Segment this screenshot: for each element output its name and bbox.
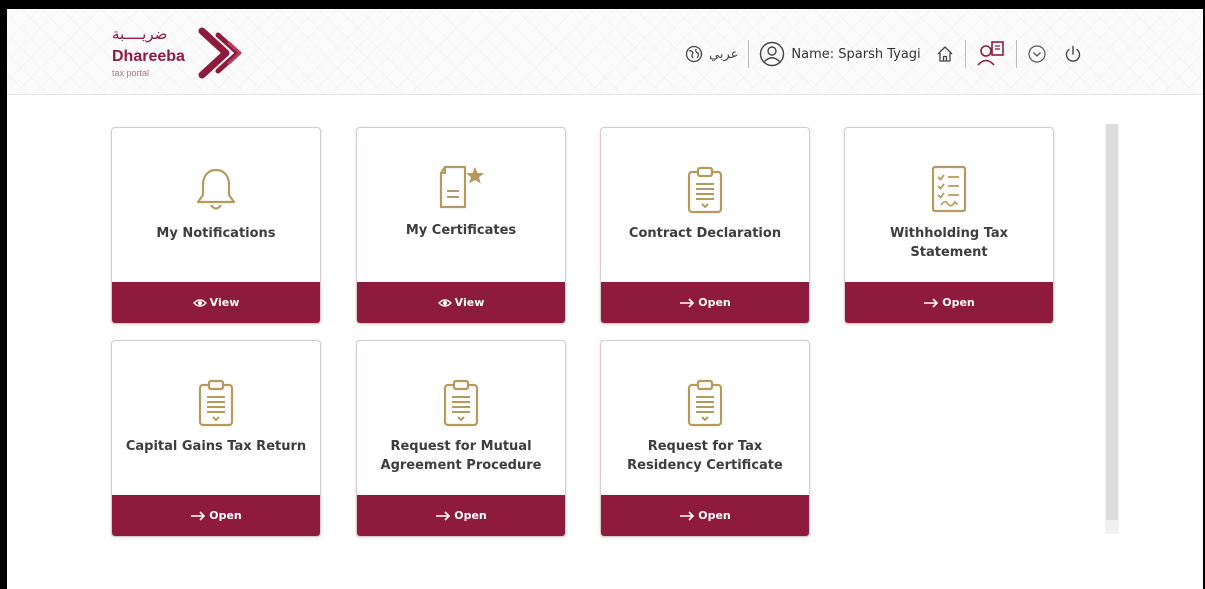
card-title: My Certificates: [405, 223, 517, 238]
card-icon-wrap: [357, 161, 565, 211]
card-icon-wrap: [112, 379, 320, 427]
divider: [964, 40, 966, 68]
globe-icon: [685, 45, 703, 63]
action-label: Open: [454, 509, 487, 522]
home-icon[interactable]: [935, 44, 955, 64]
card-icon-wrap: [601, 166, 809, 214]
logo-subtitle: tax portal: [112, 68, 150, 78]
open-button[interactable]: Open: [845, 282, 1053, 323]
card-title: Capital Gains Tax Return: [125, 439, 307, 454]
action-label: Open: [698, 509, 731, 522]
eye-icon: [192, 298, 207, 307]
logo-arabic-text: ضريــــبة: [112, 25, 168, 43]
power-icon[interactable]: [1063, 44, 1083, 64]
language-label: عربي: [709, 46, 739, 62]
top-header: ضريــــبة Dhareeba tax portal عربي Name:…: [7, 9, 1203, 95]
user-circle-icon: [759, 41, 785, 67]
dhareeba-logo[interactable]: ضريــــبة Dhareeba tax portal: [104, 21, 264, 83]
card-icon-wrap: [845, 164, 1053, 214]
bell-icon: [196, 168, 236, 210]
card-icon-wrap: [357, 379, 565, 427]
card-title: Contract Declaration: [628, 226, 782, 241]
card-tax-residency-certificate[interactable]: Request for Tax Residency Certificate Op…: [600, 340, 810, 537]
action-label: View: [454, 296, 485, 309]
language-switch[interactable]: عربي: [685, 45, 738, 63]
action-label: Open: [209, 509, 242, 522]
view-button[interactable]: View: [112, 282, 320, 323]
card-title: Request for Mutual Agreement Procedure: [380, 439, 542, 473]
view-button[interactable]: View: [357, 282, 565, 323]
card-title: Request for Tax Residency Certificate: [627, 439, 783, 473]
arrow-right-icon: [924, 297, 939, 308]
dhareeba-logo-mark-icon: [198, 27, 242, 79]
open-button[interactable]: Open: [601, 495, 809, 536]
eye-icon: [437, 298, 452, 307]
divider: [1015, 40, 1017, 68]
header-actions: عربي Name: Sparsh Tyagi: [685, 37, 1083, 71]
divider: [748, 40, 750, 68]
logo-name: Dhareeba: [112, 48, 185, 65]
vertical-scrollbar[interactable]: [1105, 124, 1119, 534]
arrow-right-icon: [436, 510, 451, 521]
clipboard-icon: [687, 166, 723, 214]
arrow-right-icon: [680, 510, 695, 521]
action-label: Open: [942, 296, 975, 309]
certificate-icon: [439, 165, 484, 209]
card-mutual-agreement-procedure[interactable]: Request for Mutual Agreement Procedure O…: [356, 340, 566, 537]
open-button[interactable]: Open: [112, 495, 320, 536]
app-frame: ضريــــبة Dhareeba tax portal عربي Name:…: [7, 9, 1203, 589]
card-icon-wrap: [601, 379, 809, 427]
open-button[interactable]: Open: [357, 495, 565, 536]
user-profile[interactable]: Name: Sparsh Tyagi: [759, 41, 921, 67]
card-contract-declaration[interactable]: Contract Declaration Open: [600, 127, 810, 324]
switch-account-icon[interactable]: [976, 39, 1006, 69]
checklist-icon: [931, 165, 967, 213]
card-withholding-tax-statement[interactable]: Withholding Tax Statement Open: [844, 127, 1054, 324]
open-button[interactable]: Open: [601, 282, 809, 323]
clipboard-icon: [687, 379, 723, 427]
clipboard-icon: [443, 379, 479, 427]
user-name-label: Name: Sparsh Tyagi: [791, 46, 921, 62]
clipboard-icon: [198, 379, 234, 427]
scrollbar-thumb[interactable]: [1106, 124, 1118, 520]
arrow-right-icon: [680, 297, 695, 308]
card-capital-gains-tax-return[interactable]: Capital Gains Tax Return Open: [111, 340, 321, 537]
action-label: View: [209, 296, 240, 309]
card-title: My Notifications: [156, 226, 276, 241]
card-my-notifications[interactable]: My Notifications View: [111, 127, 321, 324]
chevron-down-icon[interactable]: [1027, 44, 1047, 64]
card-icon-wrap: [112, 166, 320, 214]
arrow-right-icon: [191, 510, 206, 521]
card-title: Withholding Tax Statement: [889, 226, 1009, 260]
action-label: Open: [698, 296, 731, 309]
card-my-certificates[interactable]: My Certificates View: [356, 127, 566, 324]
